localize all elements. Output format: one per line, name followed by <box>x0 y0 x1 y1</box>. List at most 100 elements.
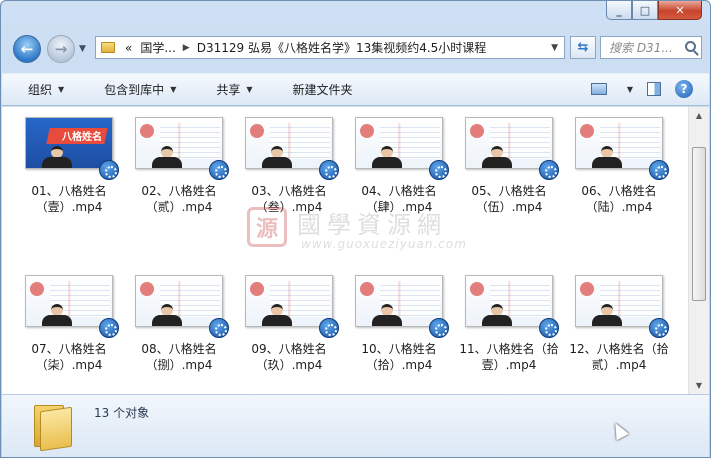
file-item[interactable]: 09、八格姓名（玖）.mp4 <box>234 275 344 389</box>
refresh-button[interactable]: ⇆ <box>570 36 596 59</box>
file-item[interactable]: 10、八格姓名（拾）.mp4 <box>344 275 454 389</box>
slide-seal <box>360 282 374 296</box>
video-thumbnail[interactable] <box>351 117 449 180</box>
address-bar[interactable]: « 国学... ▶ D31129 弘易《八格姓名学》13集视频约4.5小时课程 … <box>95 36 565 59</box>
file-name[interactable]: 09、八格姓名（玖）.mp4 <box>237 341 341 373</box>
file-item[interactable]: 八格姓名 01、八格姓名（壹）.mp4 <box>14 117 124 231</box>
file-item[interactable]: 06、八格姓名（陆）.mp4 <box>564 117 674 231</box>
file-item[interactable]: 07、八格姓名（柒）.mp4 <box>14 275 124 389</box>
file-item[interactable]: 11、八格姓名（拾壹）.mp4 <box>454 275 564 389</box>
file-name[interactable]: 08、八格姓名（捌）.mp4 <box>127 341 231 373</box>
file-name[interactable]: 01、八格姓名（壹）.mp4 <box>17 183 121 215</box>
close-button[interactable]: ✕ <box>658 1 702 20</box>
video-thumbnail[interactable] <box>461 117 559 180</box>
video-thumbnail[interactable] <box>131 275 229 338</box>
slide-seal <box>250 282 264 296</box>
file-grid: 八格姓名 01、八格姓名（壹）.mp4 02、八格姓名（贰）.mp4 03、八格姓名（… <box>14 117 674 389</box>
video-file-icon <box>429 160 449 180</box>
file-item[interactable]: 05、八格姓名（伍）.mp4 <box>454 117 564 231</box>
file-name[interactable]: 12、八格姓名（拾贰）.mp4 <box>567 341 671 373</box>
presenter-figure <box>150 304 184 326</box>
scroll-up-arrow-icon[interactable]: ▲ <box>689 107 709 124</box>
banner-title: 八格姓名 <box>62 132 102 143</box>
video-file-icon <box>319 318 339 338</box>
caret-down-icon: ▼ <box>58 85 65 94</box>
vertical-scrollbar[interactable]: ▲ ▼ <box>688 107 709 394</box>
thumbnail-image: 八格姓名 <box>25 117 113 169</box>
organize-label: 组织 <box>28 83 53 97</box>
address-dropdown-icon[interactable]: ▼ <box>551 43 558 53</box>
include-in-library-menu[interactable]: 包含到库中 ▼ <box>78 81 190 98</box>
file-name[interactable]: 03、八格姓名（叁）.mp4 <box>237 183 341 215</box>
back-button[interactable]: ← <box>13 35 41 63</box>
video-file-icon <box>429 318 449 338</box>
item-count: 13 个对象 <box>94 406 150 420</box>
file-name[interactable]: 10、八格姓名（拾）.mp4 <box>347 341 451 373</box>
new-folder-button[interactable]: 新建文件夹 <box>267 81 367 98</box>
file-name[interactable]: 11、八格姓名（拾壹）.mp4 <box>457 341 561 373</box>
minimize-button[interactable]: _ <box>606 1 632 20</box>
file-item[interactable]: 04、八格姓名（肆）.mp4 <box>344 117 454 231</box>
view-options-caret-icon[interactable]: ▼ <box>627 85 633 94</box>
help-icon[interactable]: ? <box>675 80 693 98</box>
video-thumbnail[interactable] <box>131 117 229 180</box>
slide-seal <box>140 124 154 138</box>
file-name[interactable]: 05、八格姓名（伍）.mp4 <box>457 183 561 215</box>
file-item[interactable]: 02、八格姓名（贰）.mp4 <box>124 117 234 231</box>
share-menu[interactable]: 共享 ▼ <box>190 81 266 98</box>
presenter-figure <box>590 146 624 168</box>
video-thumbnail[interactable] <box>461 275 559 338</box>
file-item[interactable]: 03、八格姓名（叁）.mp4 <box>234 117 344 231</box>
video-thumbnail[interactable] <box>571 117 669 180</box>
video-thumbnail[interactable] <box>241 275 339 338</box>
thumbnail-image <box>135 275 223 327</box>
breadcrumb-current[interactable]: D31129 弘易《八格姓名学》13集视频约4.5小时课程 <box>193 39 491 56</box>
file-name[interactable]: 07、八格姓名（柒）.mp4 <box>17 341 121 373</box>
breadcrumb-parent[interactable]: 国学... <box>136 39 179 56</box>
slide-seal <box>580 282 594 296</box>
video-file-icon <box>209 160 229 180</box>
search-placeholder: 搜索 D31... <box>609 41 673 55</box>
thumbnail-image <box>135 117 223 169</box>
video-thumbnail[interactable] <box>21 275 119 338</box>
scroll-down-arrow-icon[interactable]: ▼ <box>689 377 709 394</box>
presenter-figure <box>370 304 404 326</box>
video-file-icon <box>99 318 119 338</box>
thumbnail-image <box>245 117 333 169</box>
video-thumbnail[interactable] <box>571 275 669 338</box>
presenter-figure <box>480 146 514 168</box>
chevron-right-icon[interactable]: ▶ <box>180 43 193 53</box>
forward-button[interactable]: → <box>47 35 75 63</box>
presenter-figure <box>370 146 404 168</box>
file-name[interactable]: 02、八格姓名（贰）.mp4 <box>127 183 231 215</box>
search-input[interactable]: 搜索 D31... <box>600 36 702 59</box>
file-item[interactable]: 08、八格姓名（捌）.mp4 <box>124 275 234 389</box>
file-item[interactable]: 12、八格姓名（拾贰）.mp4 <box>564 275 674 389</box>
slide-seal <box>360 124 374 138</box>
toolbar-right: ▼ ? <box>590 80 693 98</box>
new-folder-label: 新建文件夹 <box>292 83 353 97</box>
preview-pane-icon[interactable] <box>647 82 661 96</box>
file-name[interactable]: 06、八格姓名（陆）.mp4 <box>567 183 671 215</box>
scrollbar-thumb[interactable] <box>692 147 706 301</box>
thumbnail-image <box>355 117 443 169</box>
caption-buttons: _ □ ✕ <box>606 1 702 20</box>
include-in-library-label: 包含到库中 <box>104 83 165 97</box>
slide-seal <box>470 282 484 296</box>
search-icon[interactable] <box>685 41 696 52</box>
thumbnail-image <box>245 275 333 327</box>
file-list: 八格姓名 01、八格姓名（壹）.mp4 02、八格姓名（贰）.mp4 03、八格姓名（… <box>2 107 688 394</box>
video-file-icon <box>319 160 339 180</box>
video-thumbnail[interactable]: 八格姓名 <box>21 117 119 180</box>
breadcrumb-overflow[interactable]: « <box>121 41 136 55</box>
organize-menu[interactable]: 组织 ▼ <box>2 81 78 98</box>
change-view-icon[interactable] <box>590 83 607 95</box>
slide-seal <box>250 124 264 138</box>
video-thumbnail[interactable] <box>351 275 449 338</box>
thumbnail-image <box>575 275 663 327</box>
video-thumbnail[interactable] <box>241 117 339 180</box>
slide-seal <box>140 282 154 296</box>
file-name[interactable]: 04、八格姓名（肆）.mp4 <box>347 183 451 215</box>
maximize-button[interactable]: □ <box>632 1 658 20</box>
recent-pages-dropdown[interactable]: ▼ <box>79 44 86 54</box>
